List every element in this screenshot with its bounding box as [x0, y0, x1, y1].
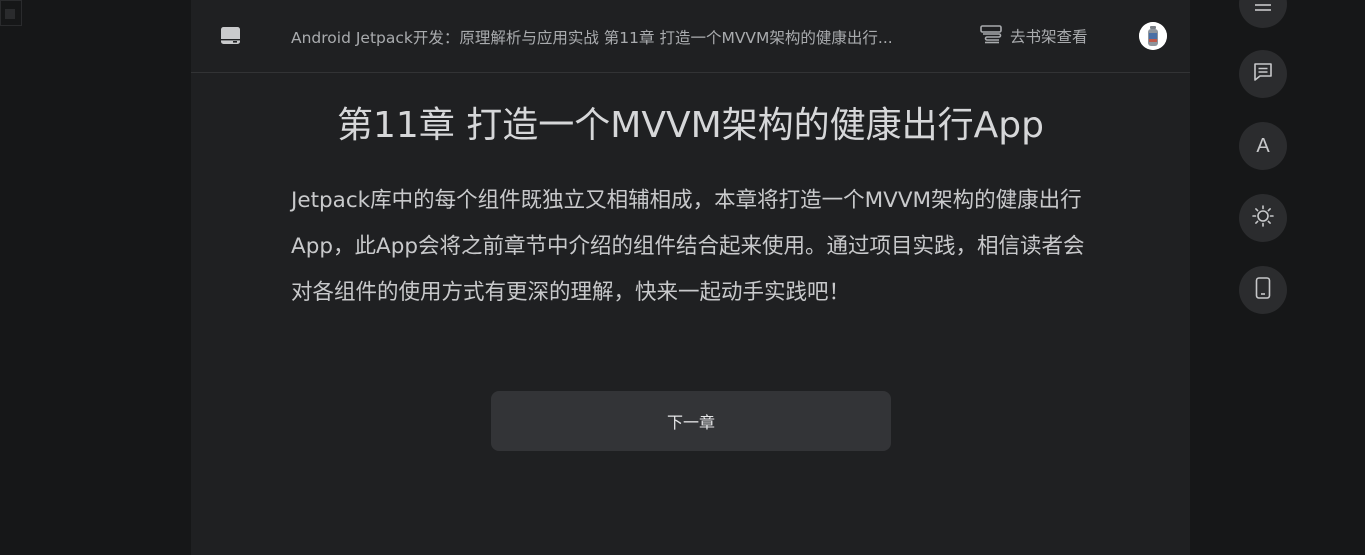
- comment-button[interactable]: [1239, 50, 1287, 98]
- font-size-icon: A: [1256, 134, 1270, 157]
- chapter-body: Jetpack库中的每个组件既独立又相辅相成，本章将打造一个MVVM架构的健康出…: [291, 188, 1085, 305]
- chapter-title: 第11章 打造一个MVVM架构的健康出行App: [337, 105, 1044, 146]
- brightness-icon: [1252, 205, 1274, 231]
- brightness-button[interactable]: [1239, 194, 1287, 242]
- next-chapter-button[interactable]: 下一章: [491, 391, 891, 451]
- go-to-bookshelf-link[interactable]: 去书架查看: [980, 24, 1088, 48]
- mobile-read-button[interactable]: [1239, 266, 1287, 314]
- menu-icon: [1254, 2, 1272, 21]
- bookshelf-icon: [980, 24, 1002, 48]
- reader-panel: Android Jetpack开发：原理解析与应用实战 第11章 打造一个MVV…: [191, 0, 1190, 555]
- corner-placeholder: [0, 0, 22, 26]
- font-settings-button[interactable]: A: [1239, 122, 1287, 170]
- catalog-button[interactable]: [1239, 0, 1287, 28]
- reader-header: Android Jetpack开发：原理解析与应用实战 第11章 打造一个MVV…: [191, 0, 1190, 73]
- avatar[interactable]: [1139, 22, 1167, 50]
- bookshelf-label: 去书架查看: [1010, 28, 1088, 46]
- phone-icon: [1255, 277, 1271, 303]
- book-icon[interactable]: [221, 26, 241, 46]
- comment-icon: [1253, 62, 1273, 86]
- book-title[interactable]: Android Jetpack开发：原理解析与应用实战 第11章 打造一个MVV…: [291, 26, 931, 48]
